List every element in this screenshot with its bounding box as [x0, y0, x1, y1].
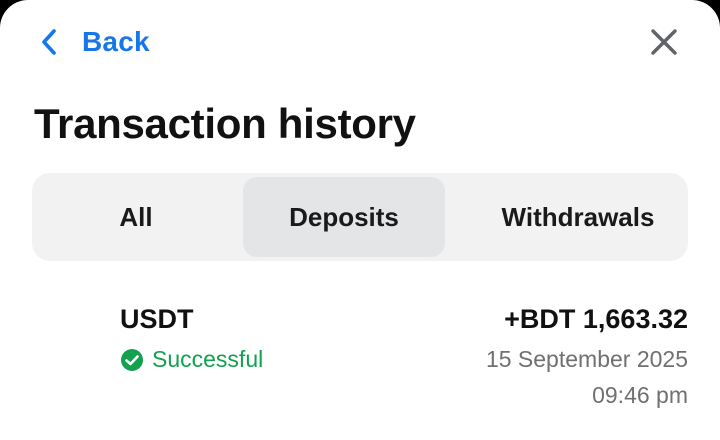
chevron-left-icon [40, 28, 58, 56]
page-title: Transaction history [34, 100, 416, 147]
status-badge: Successful [120, 346, 263, 373]
status-label: Successful [152, 346, 264, 372]
transaction-amount: +BDT 1,663.32 [504, 304, 688, 334]
transaction-date: 15 September 2025 [485, 346, 688, 372]
transaction-time: 09:46 pm [592, 382, 688, 408]
close-icon [646, 24, 682, 60]
back-label: Back [82, 26, 150, 57]
tab-deposits[interactable]: Deposits [243, 177, 445, 257]
transaction-currency: USDT [120, 304, 194, 334]
transaction-type-tabs: All Deposits Withdrawals [32, 173, 688, 261]
transaction-history-sheet: Back Transaction history All Deposits Wi… [0, 0, 720, 440]
tab-all[interactable]: All [36, 177, 236, 257]
check-circle-icon [120, 348, 152, 372]
back-button[interactable]: Back [40, 22, 150, 62]
transaction-row[interactable]: USDT Successful +BDT 1,663.32 15 Septemb… [0, 292, 720, 420]
tab-withdrawals[interactable]: Withdrawals [472, 177, 684, 257]
close-button[interactable] [646, 24, 682, 60]
